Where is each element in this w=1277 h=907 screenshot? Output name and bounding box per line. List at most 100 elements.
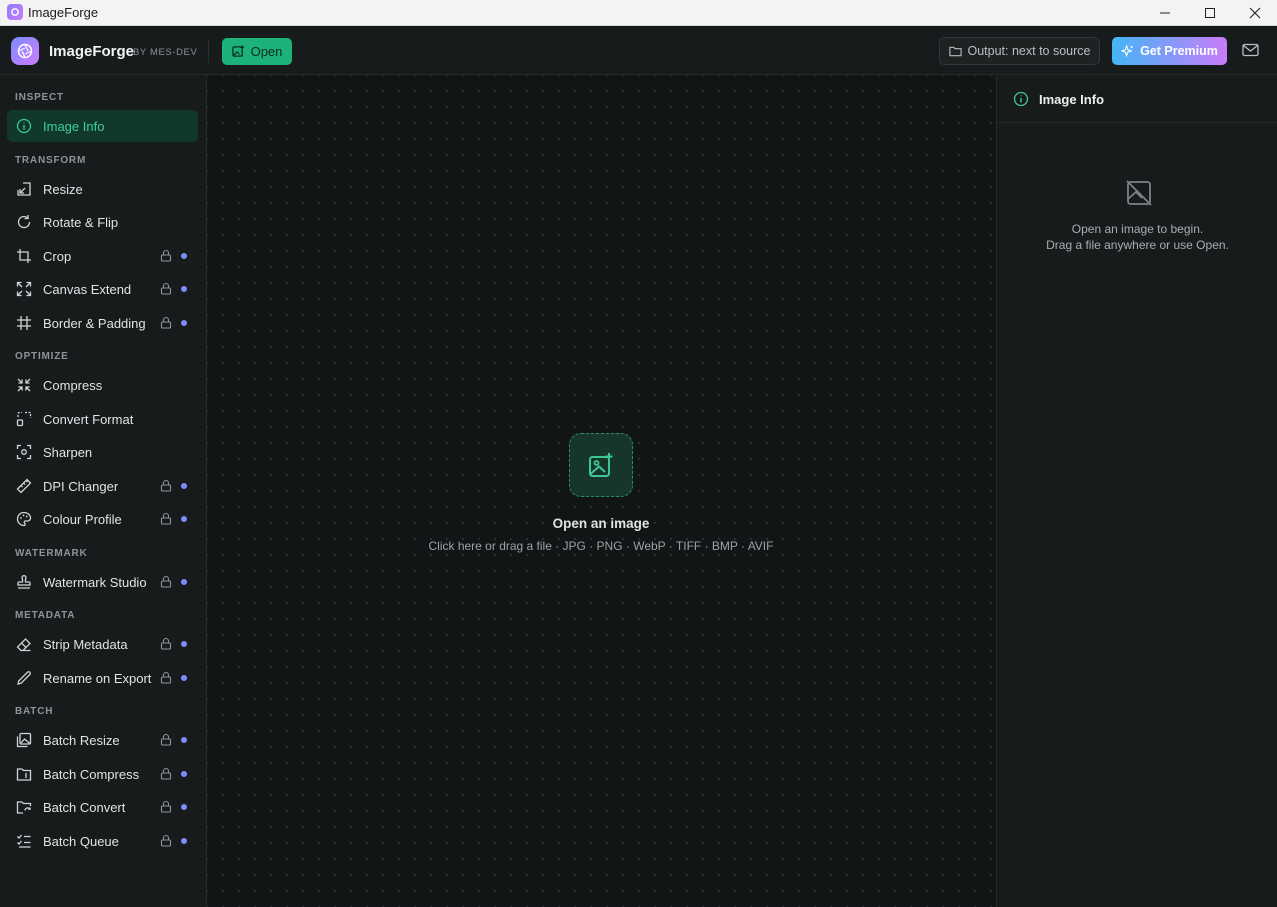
sidebar-item-batch-compress[interactable]: Batch Compress: [7, 758, 198, 790]
grid-hash-icon: [17, 316, 31, 330]
sidebar-item-label: Rotate & Flip: [43, 215, 119, 230]
sidebar-item-dpi-changer[interactable]: DPI Changer: [7, 470, 198, 502]
sidebar-item-resize[interactable]: Resize: [7, 173, 198, 205]
lock-icon: [160, 733, 172, 746]
premium-dot: [181, 516, 187, 522]
sidebar-item-border-padding[interactable]: Border & Padding: [7, 307, 198, 339]
section-inspect: INSPECT: [15, 92, 64, 103]
premium-dot: [181, 579, 187, 585]
sidebar-item-compress[interactable]: Compress: [7, 369, 198, 401]
info-icon: [16, 118, 32, 134]
sidebar-item-label: Crop: [43, 249, 72, 264]
lock-icon: [160, 800, 172, 813]
lock-icon: [160, 316, 172, 329]
sidebar-item-label: DPI Changer: [43, 479, 119, 494]
sidebar-item-canvas-extend[interactable]: Canvas Extend: [7, 273, 198, 305]
sidebar-item-label: Image Info: [43, 119, 105, 134]
sidebar-item-convert-format[interactable]: Convert Format: [7, 403, 198, 435]
panel-empty-line2: Drag a file anywhere or use Open.: [1046, 238, 1229, 252]
pencil-icon: [17, 671, 31, 685]
maximize-button[interactable]: [1187, 0, 1233, 26]
premium-dot: [181, 641, 187, 647]
sidebar-item-label: Rename on Export: [43, 671, 152, 686]
lock-icon: [160, 834, 172, 847]
open-button-label: Open: [250, 44, 283, 59]
sidebar-item-label: Strip Metadata: [43, 637, 128, 652]
open-image-title: Open an image: [552, 516, 650, 531]
open-button[interactable]: Open: [222, 38, 292, 65]
sidebar-item-label: Compress: [43, 378, 103, 393]
mail-icon: [1242, 43, 1259, 57]
rotate-icon: [17, 215, 31, 229]
section-watermark: WATERMARK: [15, 548, 88, 559]
folder-sync-icon: [16, 801, 32, 814]
header-divider: [208, 39, 209, 63]
get-premium-button[interactable]: Get Premium: [1112, 37, 1227, 65]
premium-dot: [181, 675, 187, 681]
sidebar-item-rotate-flip[interactable]: Rotate & Flip: [7, 206, 198, 238]
sidebar-item-colour-profile[interactable]: Colour Profile: [7, 503, 198, 535]
sidebar-item-watermark-studio[interactable]: Watermark Studio: [7, 566, 198, 598]
sidebar-item-label: Batch Convert: [43, 800, 126, 815]
premium-dot: [181, 320, 187, 326]
sidebar-item-label: Convert Format: [43, 412, 134, 427]
lock-icon: [160, 512, 172, 525]
crop-icon: [17, 249, 31, 263]
open-image-hint: Click here or drag a file · JPG · PNG · …: [428, 539, 774, 553]
lock-icon: [160, 575, 172, 588]
lock-icon: [160, 671, 172, 684]
sidebar-item-label: Colour Profile: [43, 512, 122, 527]
image-info-panel: Image Info Open an image to begin. Drag …: [996, 75, 1277, 907]
image-plus-icon: [231, 45, 244, 57]
image-off-icon: [1126, 180, 1152, 206]
app-header: ImageForge BY MES-DEV Open Output: next …: [0, 27, 1277, 75]
lock-icon: [160, 479, 172, 492]
premium-dot: [181, 286, 187, 292]
brand-name: ImageForge: [49, 43, 135, 60]
folder-icon: [948, 46, 962, 57]
minimize-button[interactable]: [1142, 0, 1188, 26]
panel-title: Image Info: [1039, 92, 1105, 107]
sidebar-item-label: Sharpen: [43, 445, 93, 460]
focus-icon: [16, 444, 32, 460]
logo-icon: [11, 37, 39, 65]
images-icon: [16, 732, 32, 748]
premium-dot: [181, 253, 187, 259]
sidebar-item-batch-convert[interactable]: Batch Convert: [7, 791, 198, 823]
premium-dot: [181, 804, 187, 810]
section-optimize: OPTIMIZE: [15, 351, 69, 362]
sidebar-item-sharpen[interactable]: Sharpen: [7, 436, 198, 468]
get-premium-label: Get Premium: [1140, 44, 1218, 58]
compress-icon: [17, 378, 31, 392]
list-check-icon: [17, 834, 31, 848]
brand-byline: BY MES-DEV: [133, 47, 198, 58]
app-icon: [7, 4, 23, 20]
sidebar-item-label: Resize: [43, 182, 83, 197]
sidebar: INSPECT Image Info TRANSFORM Resize Rota…: [0, 75, 207, 907]
sidebar-item-crop[interactable]: Crop: [7, 240, 198, 272]
sidebar-item-label: Border & Padding: [43, 316, 146, 331]
eraser-icon: [16, 638, 31, 652]
open-image-dropbox[interactable]: [569, 433, 633, 497]
convert-icon: [16, 411, 32, 427]
section-batch: BATCH: [15, 706, 54, 717]
lock-icon: [160, 249, 172, 262]
output-location-button[interactable]: Output: next to source: [939, 37, 1100, 65]
image-plus-icon: [589, 453, 613, 477]
sidebar-item-strip-metadata[interactable]: Strip Metadata: [7, 628, 198, 660]
maximize-icon: [1205, 8, 1215, 18]
sidebar-item-rename-on-export[interactable]: Rename on Export: [7, 662, 198, 694]
sidebar-item-batch-resize[interactable]: Batch Resize: [7, 724, 198, 756]
mail-button[interactable]: [1242, 43, 1260, 59]
sidebar-item-image-info[interactable]: Image Info: [7, 110, 198, 142]
close-button[interactable]: [1232, 0, 1277, 26]
image-canvas-dropzone[interactable]: Open an image Click here or drag a file …: [207, 75, 996, 907]
panel-empty-line1: Open an image to begin.: [1071, 222, 1204, 236]
sidebar-item-label: Batch Compress: [43, 767, 140, 782]
panel-header: Image Info: [997, 75, 1277, 123]
window-title: ImageForge: [28, 5, 99, 20]
expand-icon: [16, 281, 32, 297]
info-icon: [1013, 91, 1029, 107]
sidebar-item-batch-queue[interactable]: Batch Queue: [7, 825, 198, 857]
palette-icon: [16, 511, 32, 527]
